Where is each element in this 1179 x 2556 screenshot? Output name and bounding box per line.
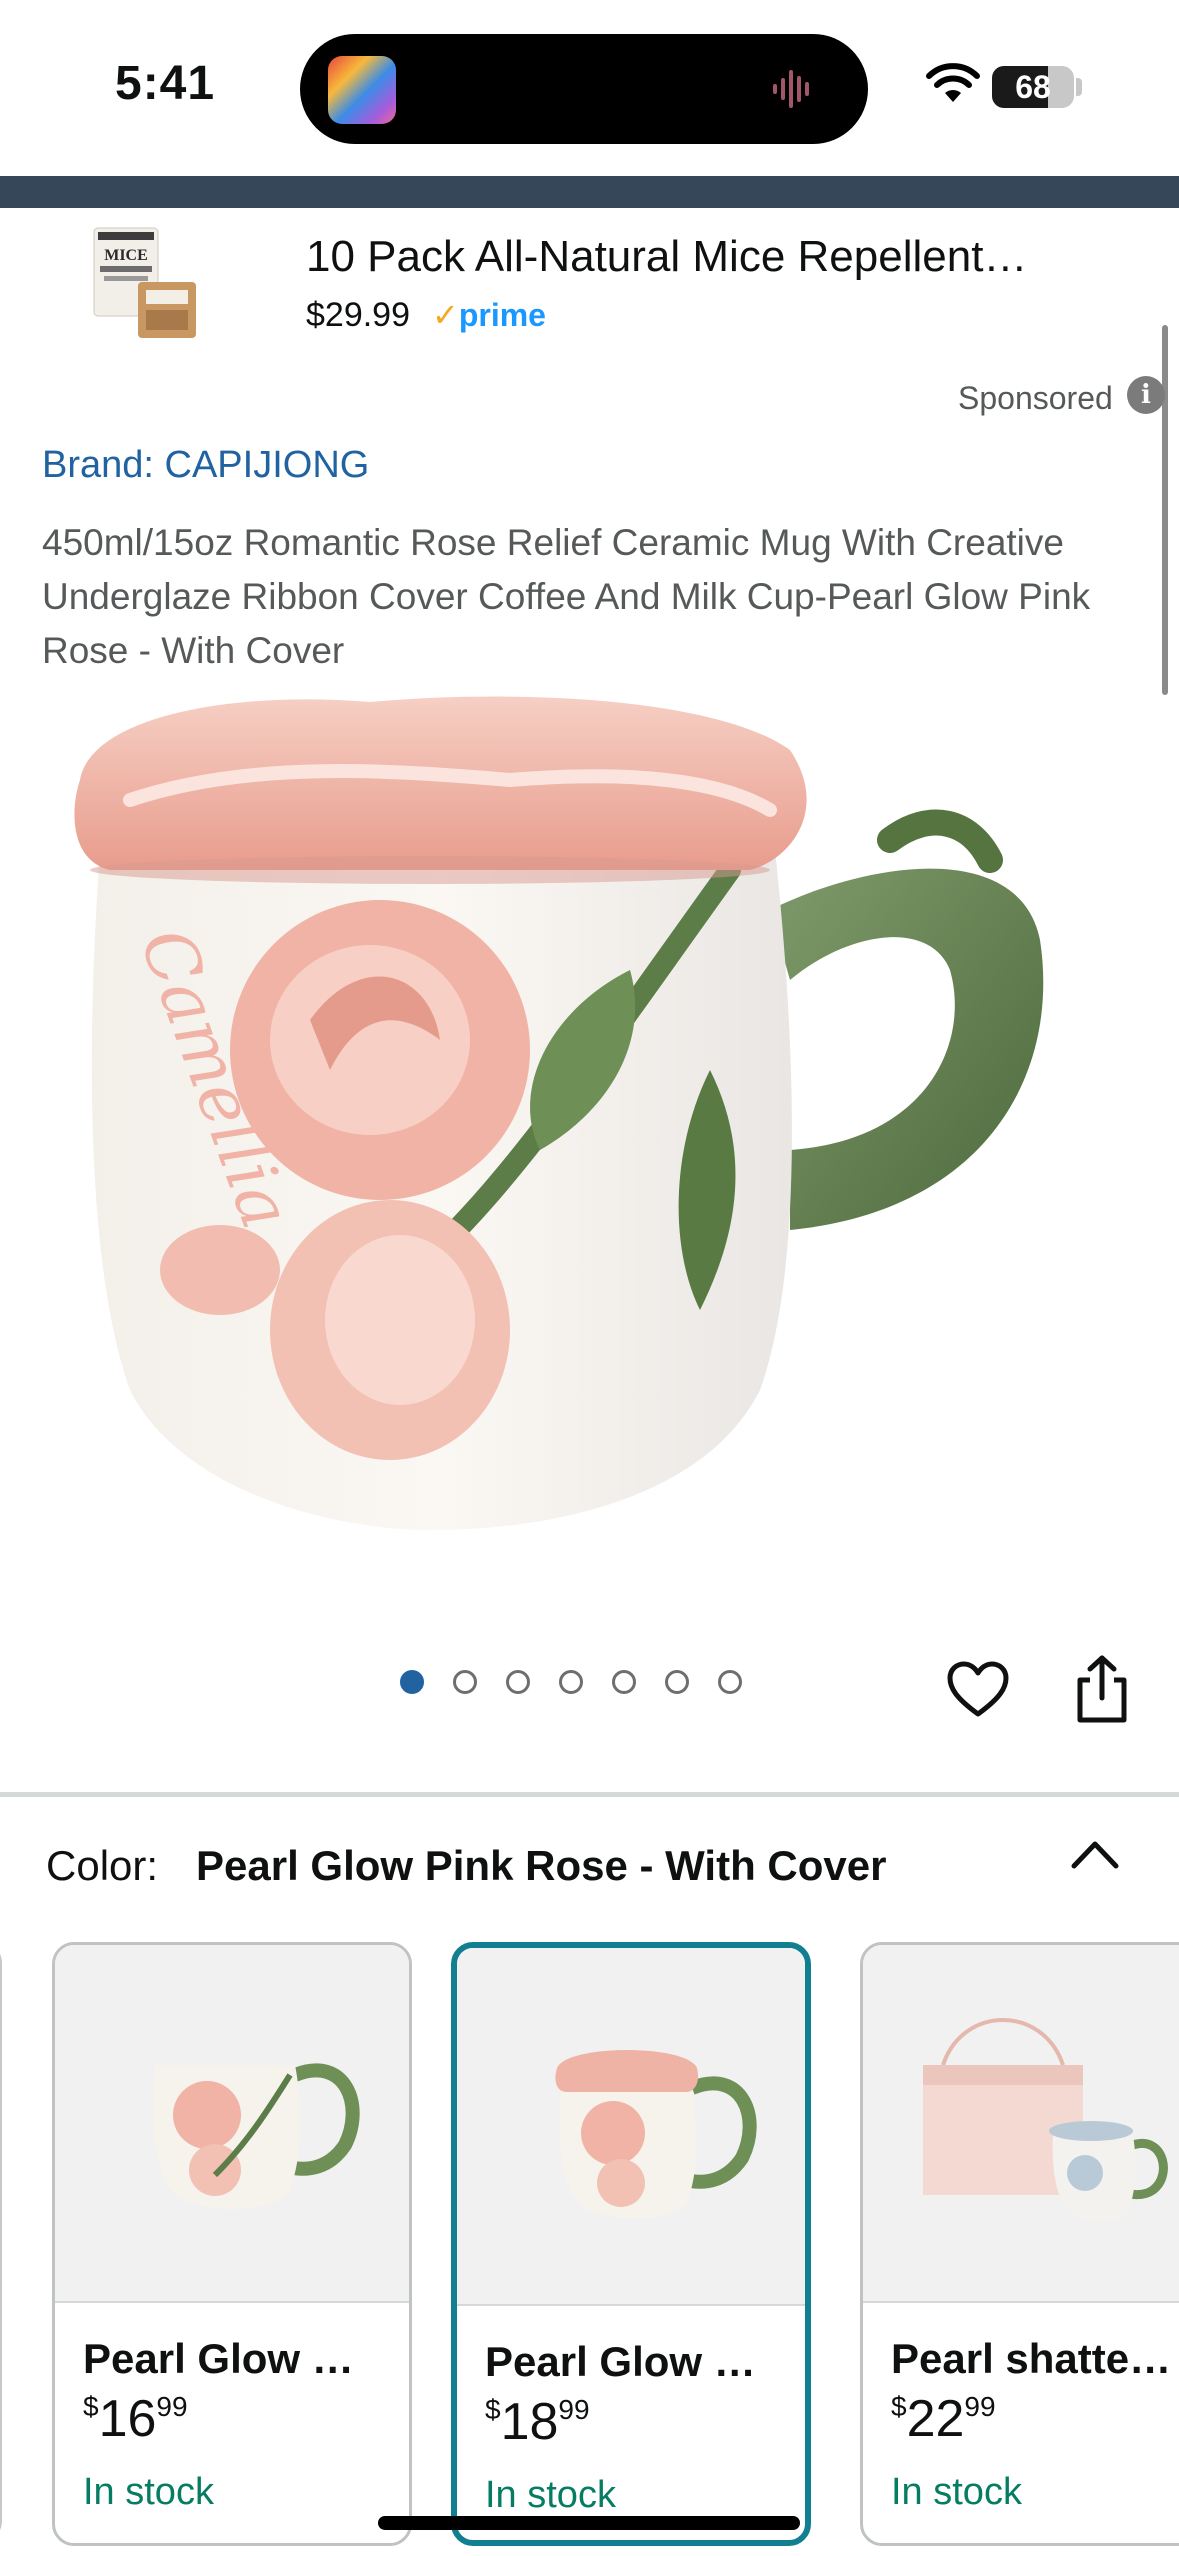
variation-thumbnail	[863, 1945, 1179, 2303]
stock-status: In stock	[83, 2471, 214, 2513]
home-indicator[interactable]	[378, 2516, 800, 2530]
variation-name: Pearl Glow …	[83, 2335, 354, 2382]
color-label: Color:	[46, 1842, 159, 1889]
variation-card[interactable]: Pearl Glow … $1699 In stock	[52, 1942, 412, 2546]
variation-price: $2299	[891, 2390, 996, 2448]
wifi-icon	[926, 63, 980, 102]
image-carousel-dots	[400, 1670, 742, 1694]
variation-card-selected[interactable]: Pearl Glow … $1899 In stock	[451, 1942, 811, 2546]
selected-color: Pearl Glow Pink Rose - With Cover	[196, 1842, 887, 1889]
stock-status: In stock	[485, 2474, 616, 2516]
status-time: 5:41	[115, 57, 216, 110]
product-title: 450ml/15oz Romantic Rose Relief Ceramic …	[42, 522, 1091, 671]
carousel-dot[interactable]	[718, 1670, 742, 1694]
header-stripe	[0, 176, 1179, 208]
live-activity-app-icon	[328, 56, 396, 124]
share-icon[interactable]	[1072, 1654, 1132, 1724]
battery-level: 68	[1015, 69, 1051, 105]
carousel-dot[interactable]	[400, 1670, 424, 1694]
variation-thumbnail	[457, 1948, 805, 2306]
battery-indicator: 68	[992, 66, 1074, 108]
ad-product-title[interactable]: 10 Pack All-Natural Mice Repellent…	[306, 232, 1027, 282]
section-divider	[0, 1792, 1179, 1797]
heart-icon[interactable]	[946, 1660, 1010, 1718]
variation-name: Pearl Glow …	[485, 2338, 756, 2385]
carousel-dot[interactable]	[506, 1670, 530, 1694]
ad-product-price: $29.99	[306, 296, 410, 334]
prime-badge: ✓prime	[432, 296, 546, 334]
audio-wave-icon	[773, 70, 809, 108]
carousel-dot[interactable]	[665, 1670, 689, 1694]
variation-thumbnail	[55, 1945, 409, 2303]
carousel-dot[interactable]	[559, 1670, 583, 1694]
variation-card-partial[interactable]	[0, 1942, 2, 2542]
variation-card[interactable]: Pearl shatte… $2299 In stock	[860, 1942, 1179, 2546]
ad-product-thumbnail[interactable]: MICE	[84, 224, 204, 342]
carousel-dot[interactable]	[453, 1670, 477, 1694]
variation-price: $1899	[485, 2393, 590, 2451]
scroll-indicator	[1162, 325, 1168, 695]
variation-price: $1699	[83, 2390, 188, 2448]
prime-label: prime	[458, 297, 546, 333]
carousel-dot[interactable]	[612, 1670, 636, 1694]
info-icon[interactable]: i	[1127, 376, 1165, 414]
svg-text:MICE: MICE	[104, 247, 148, 264]
variation-name: Pearl shatte…	[891, 2335, 1172, 2382]
prime-check-icon: ✓	[432, 297, 459, 333]
battery-tip	[1076, 78, 1082, 96]
product-image[interactable]: Camellia	[70, 690, 1110, 1570]
brand-link[interactable]: Brand: CAPIJIONG	[42, 444, 369, 487]
chevron-up-icon[interactable]	[1068, 1836, 1122, 1872]
stock-status: In stock	[891, 2471, 1022, 2513]
sponsored-label: Sponsored	[958, 380, 1113, 416]
